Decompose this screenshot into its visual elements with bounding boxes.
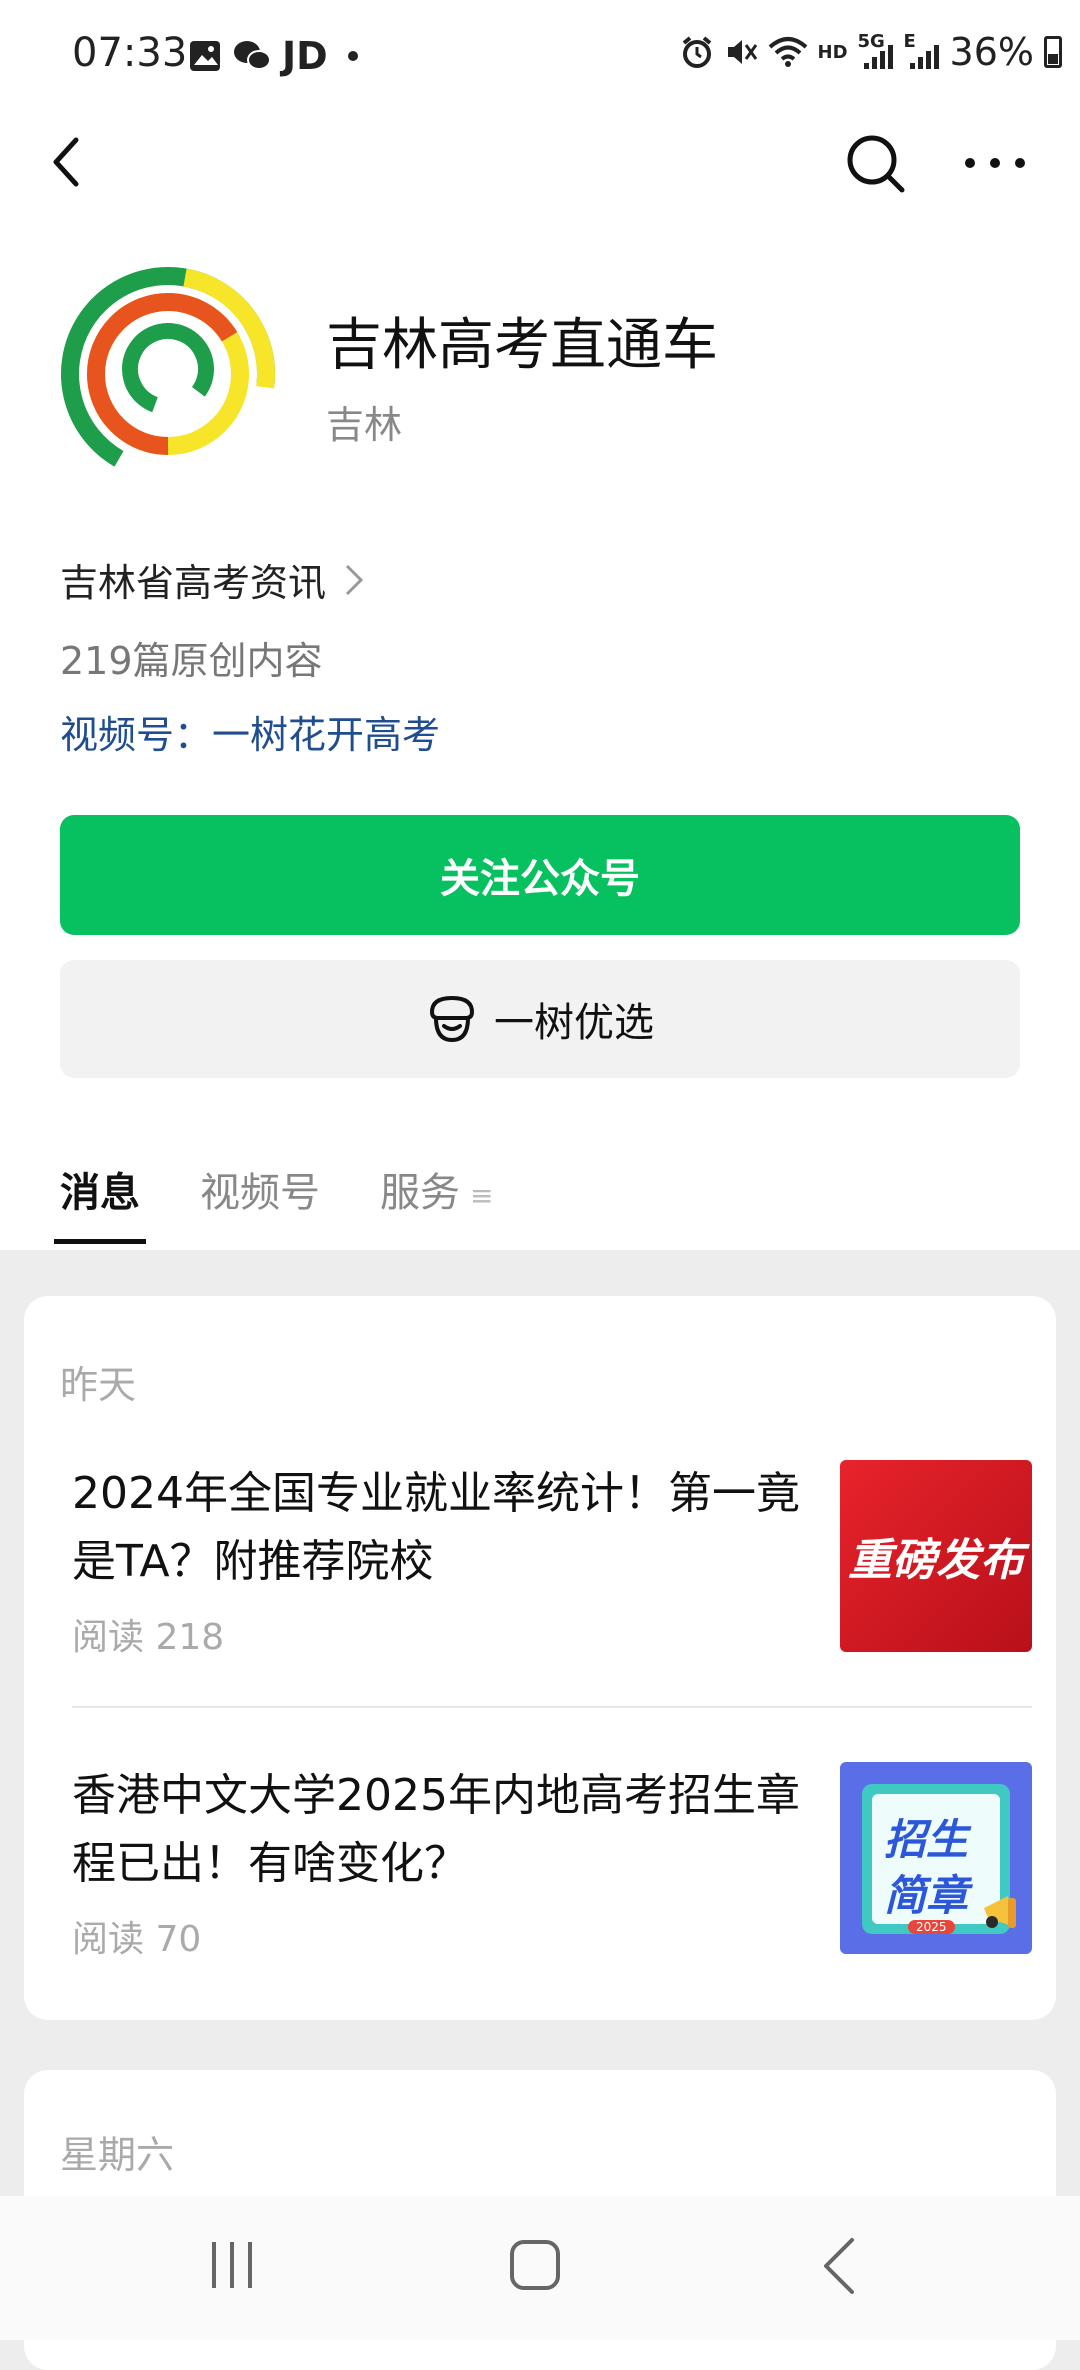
status-notifications: JD bbox=[188, 34, 358, 78]
status-bar: 07:33 JD HD 5G E 36% bbox=[0, 0, 1080, 110]
account-region: 吉林 bbox=[326, 403, 403, 447]
mute-icon bbox=[727, 40, 757, 64]
chevron-right-icon bbox=[345, 564, 364, 595]
tab-services[interactable]: 服务 ≡ bbox=[380, 1160, 493, 1236]
article-title: 2024年全国专业就业率统计！第一竟是TA？附推荐院校 bbox=[72, 1468, 800, 1587]
navigation-bar bbox=[0, 110, 1080, 220]
search-icon[interactable] bbox=[842, 130, 908, 196]
tab-messages[interactable]: 消息 bbox=[54, 1160, 146, 1244]
date-label: 星期六 bbox=[60, 2133, 175, 2177]
content-tabs: 消息 视频号 服务 ≡ bbox=[54, 1160, 493, 1244]
thumbnail-year: 2025 bbox=[908, 1920, 955, 1934]
article-reads: 阅读 70 bbox=[72, 1919, 202, 1960]
tab-video[interactable]: 视频号 bbox=[200, 1160, 320, 1236]
tab-services-label: 服务 bbox=[380, 1170, 460, 1216]
wechat-icon bbox=[234, 41, 271, 70]
jd-label: JD bbox=[282, 34, 328, 78]
status-system: HD 5G E 36% bbox=[680, 30, 1062, 74]
thumbnail-text: 重磅发布 bbox=[848, 1535, 1024, 1586]
message-group-card: 昨天 2024年全国专业就业率统计！第一竟是TA？附推荐院校 阅读 218 重磅… bbox=[24, 1296, 1056, 2020]
wifi-icon bbox=[768, 37, 807, 67]
more-icon[interactable] bbox=[960, 130, 1030, 196]
gallery-icon bbox=[190, 41, 220, 71]
signal-icon bbox=[909, 45, 939, 69]
menu-icon: ≡ bbox=[470, 1178, 494, 1212]
status-time: 07:33 bbox=[72, 30, 188, 76]
video-channel-link[interactable]: 视频号：一树花开高考 bbox=[60, 704, 440, 759]
account-name: 吉林高考直通车 bbox=[326, 313, 718, 378]
article-item[interactable]: 2024年全国专业就业率统计！第一竟是TA？附推荐院校 阅读 218 重磅发布 bbox=[72, 1460, 1032, 1660]
signal-5g: 5G bbox=[858, 31, 894, 69]
signal-e: E bbox=[904, 31, 940, 69]
shop-button-label: 一树优选 bbox=[494, 1000, 654, 1046]
article-thumbnail: 招生 简章 2025 bbox=[840, 1762, 1032, 1954]
thumbnail-text-line1: 招生 bbox=[884, 1815, 969, 1864]
article-title: 香港中文大学2025年内地高考招生章程已出！有啥变化？ bbox=[72, 1770, 800, 1889]
article-item[interactable]: 香港中文大学2025年内地高考招生章程已出！有啥变化？ 阅读 70 招生 简章 … bbox=[72, 1762, 1032, 1962]
megaphone-icon bbox=[984, 1896, 1016, 1928]
original-count: 219篇原创内容 bbox=[60, 639, 323, 683]
follow-button[interactable]: 关注公众号 bbox=[60, 815, 1020, 935]
thumbnail-text-line2: 简章 bbox=[884, 1871, 969, 1920]
article-reads: 阅读 218 bbox=[72, 1617, 225, 1658]
system-navigation-bar bbox=[0, 2196, 1080, 2340]
back-arrow-icon[interactable] bbox=[42, 132, 102, 192]
home-icon[interactable] bbox=[508, 2238, 562, 2292]
follow-button-label: 关注公众号 bbox=[440, 856, 640, 902]
alarm-icon bbox=[682, 36, 711, 68]
hd-label: HD bbox=[817, 41, 848, 63]
account-logo bbox=[60, 267, 275, 481]
account-description-text: 吉林省高考资讯 bbox=[60, 561, 327, 605]
article-thumbnail: 重磅发布 bbox=[840, 1460, 1032, 1652]
battery-percent: 36% bbox=[949, 30, 1034, 74]
date-label: 昨天 bbox=[60, 1363, 137, 1407]
recent-apps-icon[interactable] bbox=[208, 2240, 256, 2290]
notification-dot-icon bbox=[347, 51, 358, 61]
shop-icon bbox=[429, 995, 475, 1043]
account-description[interactable]: 吉林省高考资讯 bbox=[60, 552, 364, 607]
system-back-icon[interactable] bbox=[818, 2236, 860, 2296]
signal-icon bbox=[863, 45, 893, 69]
battery-icon bbox=[1044, 36, 1062, 68]
shop-button[interactable]: 一树优选 bbox=[60, 960, 1020, 1078]
divider bbox=[72, 1706, 1032, 1708]
